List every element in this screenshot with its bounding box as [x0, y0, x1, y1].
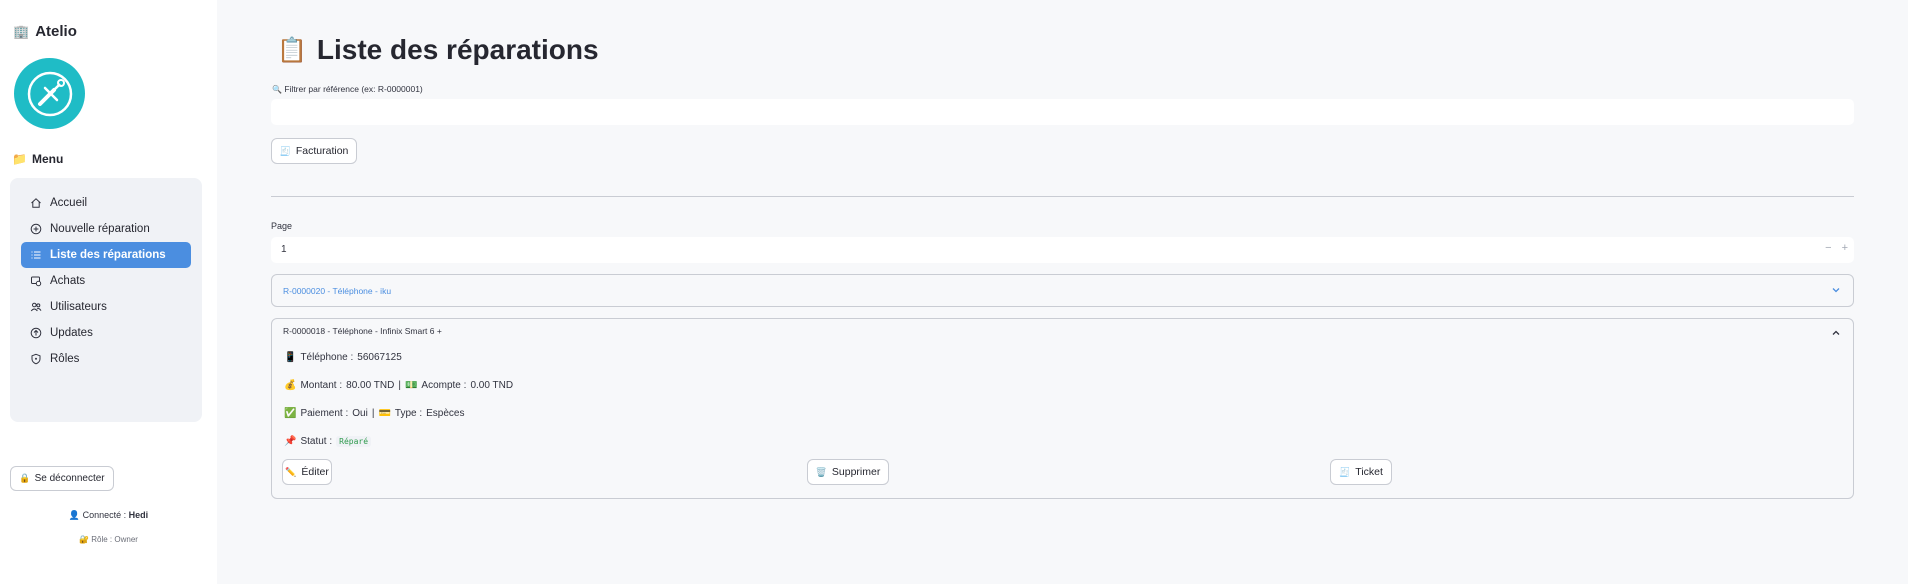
sidebar-item-label: Nouvelle réparation [50, 223, 150, 235]
connected-prefix: Connecté : [82, 510, 127, 520]
page-number-input[interactable]: 1 − + [271, 237, 1854, 263]
phone-label: Téléphone : [300, 352, 354, 363]
sidebar-item-roles[interactable]: Rôles [21, 346, 191, 372]
sidebar-item-liste-reparations[interactable]: Liste des réparations [21, 242, 191, 268]
amount-label: Montant : [300, 380, 343, 391]
sidebar-item-label: Rôles [50, 353, 80, 365]
billing-button[interactable]: 🧾 Facturation [271, 138, 357, 164]
credit-card-icon: 💳 [378, 408, 391, 419]
sidebar-item-label: Accueil [50, 197, 88, 209]
menu-title-text: Menu [31, 152, 64, 166]
ticket-label: Ticket [1355, 466, 1383, 478]
sidebar-item-label: Updates [50, 327, 93, 339]
page-stepper: − + [1825, 242, 1848, 254]
phone-value: 56067125 [357, 352, 402, 363]
page-label: Page [271, 221, 293, 231]
user-icon: 👤 [68, 510, 81, 520]
amount-line: 💰 Montant : 80.00 TND | 💵 Acompte : 0.00… [284, 380, 513, 391]
amount-value: 80.00 TND [346, 380, 395, 391]
menu-title: 📁 Menu [12, 152, 63, 166]
document-icon: 🧾 [279, 145, 291, 156]
clipboard-icon: 📋 [277, 36, 307, 64]
sidebar-item-utilisateurs[interactable]: Utilisateurs [21, 294, 191, 320]
edit-button[interactable]: ✏️ Éditer [282, 459, 332, 485]
divider [271, 196, 1854, 197]
decrement-button[interactable]: − [1825, 242, 1831, 254]
deposit-value: 0.00 TND [470, 380, 514, 391]
banknote-icon: 💵 [404, 380, 418, 391]
sidebar-item-label: Liste des réparations [50, 249, 166, 261]
sidebar-item-nouvelle-reparation[interactable]: Nouvelle réparation [21, 216, 191, 242]
role-value: Owner [114, 535, 138, 544]
trash-icon: 🗑️ [815, 466, 827, 477]
repair-header[interactable]: R-0000018 - Téléphone - Infinix Smart 6 … [283, 315, 442, 347]
sidebar-item-updates[interactable]: Updates [21, 320, 191, 346]
phone-line: 📱 Téléphone : 56067125 [284, 352, 402, 363]
sidebar-item-achats[interactable]: Achats [21, 268, 191, 294]
user-role: 🔐 Rôle : Owner [0, 535, 217, 544]
chevron-down-icon [1832, 288, 1840, 293]
filter-label-text: Filtrer par référence (ex: R-0000001) [284, 84, 423, 94]
type-label: Type : [394, 408, 423, 419]
filter-label: 🔍 Filtrer par référence (ex: R-0000001) [272, 84, 423, 94]
phone-icon: 📱 [284, 352, 297, 363]
magnifier-icon: 🔍 [272, 85, 282, 94]
connected-user: 👤 Connecté : Hedi [0, 510, 217, 521]
upload-circle-icon [30, 327, 42, 339]
sidebar-item-label: Utilisateurs [50, 301, 107, 313]
lock-icon: 🔒 [19, 473, 31, 483]
status-line: 📌 Statut : Réparé [284, 436, 372, 447]
delete-button[interactable]: 🗑️ Supprimer [807, 459, 889, 485]
shield-icon [30, 353, 42, 365]
app-title: 🏢 Atelio [13, 23, 77, 40]
tools-icon [27, 71, 72, 116]
delete-label: Supprimer [831, 466, 881, 478]
reference-filter-input[interactable] [271, 99, 1854, 125]
payment-value: Oui [352, 408, 368, 419]
page-value: 1 [281, 244, 287, 255]
separator: | [371, 408, 375, 419]
plus-circle-icon [30, 223, 42, 235]
chevron-up-icon[interactable] [1831, 328, 1841, 338]
money-bag-icon: 💰 [284, 380, 297, 391]
sidebar-item-label: Achats [50, 275, 86, 287]
home-icon [30, 197, 42, 209]
repair-expander[interactable]: R-0000020 - Téléphone - iku [271, 274, 1854, 307]
role-prefix: Rôle : [91, 535, 113, 544]
purchase-icon [30, 275, 42, 287]
billing-label: Facturation [295, 145, 349, 157]
status-label: Statut : [300, 436, 333, 447]
page-title: 📋 Liste des réparations [277, 34, 599, 66]
edit-label: Éditer [301, 466, 329, 478]
increment-button[interactable]: + [1842, 242, 1848, 254]
payment-label: Paiement : [300, 408, 349, 419]
pencil-icon: ✏️ [285, 466, 297, 477]
type-value: Espèces [426, 408, 465, 419]
check-icon: ✅ [284, 408, 297, 419]
sidebar-menu: Accueil Nouvelle réparation Liste des ré… [10, 178, 202, 422]
page-title-text: Liste des réparations [316, 34, 599, 65]
role-icon: 🔐 [79, 535, 90, 544]
users-icon [30, 301, 42, 313]
app-title-text: Atelio [35, 23, 77, 40]
connected-user-name: Hedi [128, 510, 149, 520]
app-logo [14, 58, 85, 129]
repair-expander: R-0000018 - Téléphone - Infinix Smart 6 … [271, 318, 1854, 499]
folder-icon: 📁 [12, 152, 27, 166]
separator: | [398, 380, 401, 391]
logout-button[interactable]: 🔒 Se déconnecter [10, 466, 114, 491]
sidebar-item-accueil[interactable]: Accueil [21, 190, 191, 216]
building-icon: 🏢 [13, 23, 30, 39]
sidebar: 🏢 Atelio 📁 Menu Accueil Nouvelle réparat… [0, 0, 217, 584]
pushpin-icon: 📌 [284, 436, 297, 447]
status-badge: Réparé [336, 436, 372, 447]
deposit-label: Acompte : [421, 380, 467, 391]
payment-line: ✅ Paiement : Oui | 💳 Type : Espèces [284, 408, 465, 419]
logout-label: Se déconnecter [34, 473, 105, 484]
ticket-button[interactable]: 🧾 Ticket [1330, 459, 1392, 485]
list-icon [30, 249, 42, 261]
repair-header: R-0000020 - Téléphone - iku [283, 286, 392, 296]
receipt-icon: 🧾 [1339, 466, 1351, 477]
